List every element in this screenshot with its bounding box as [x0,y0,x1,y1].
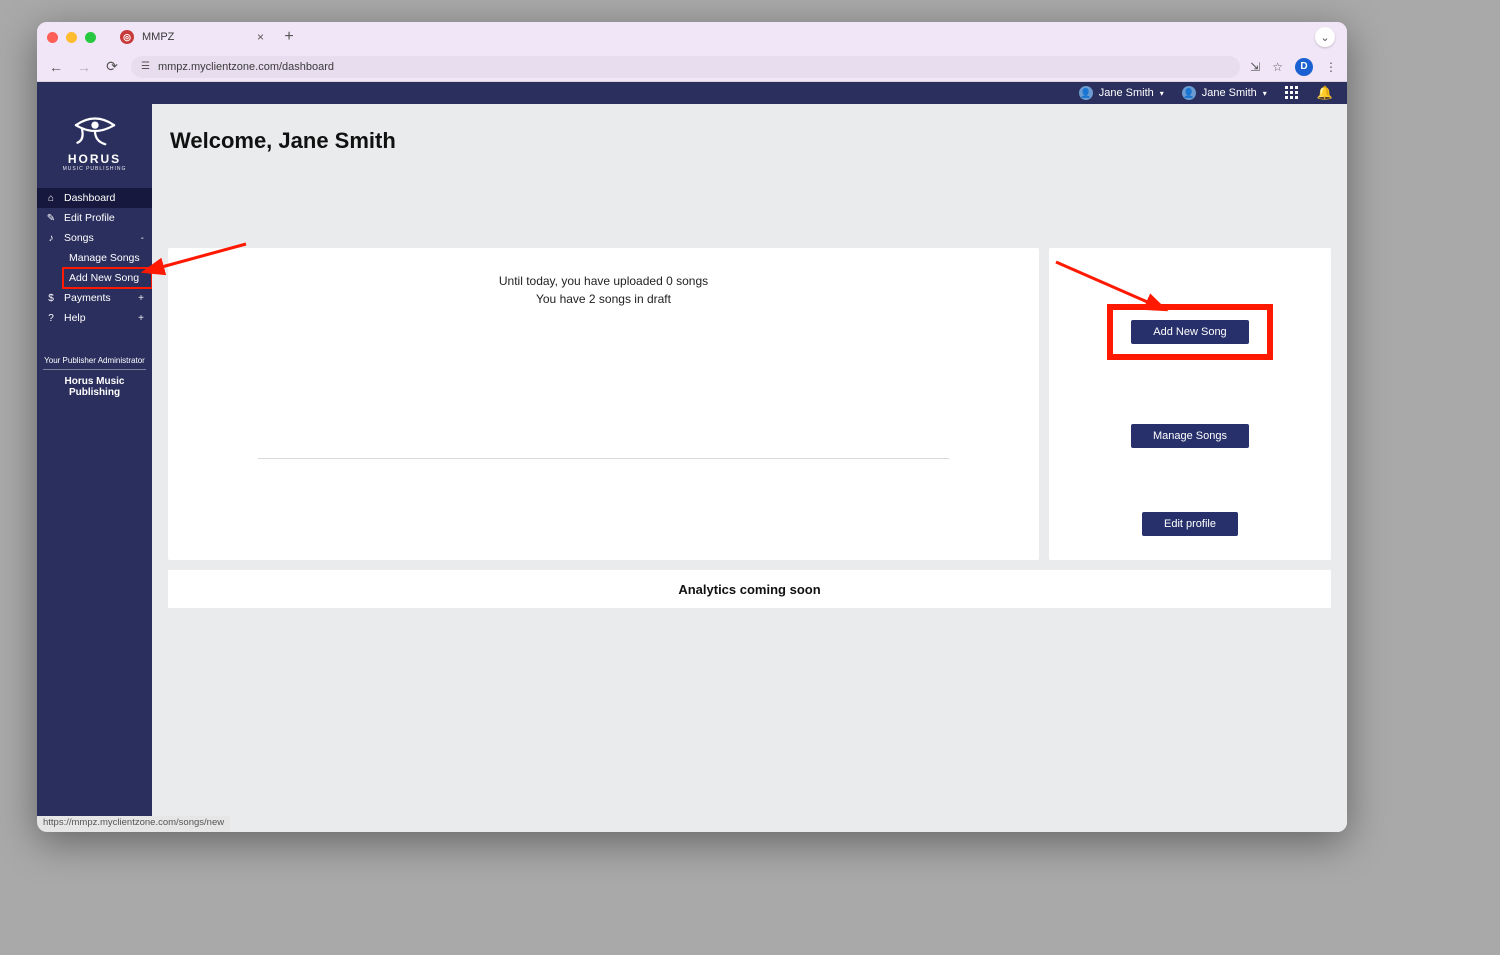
analytics-text: Analytics coming soon [678,582,820,597]
profile-avatar-icon[interactable]: D [1295,58,1313,76]
question-icon: ? [45,313,57,324]
brand-name: HORUS [68,152,121,166]
actions-card: Add New Song Manage Songs Edit profile [1049,248,1331,560]
window-controls [47,32,96,43]
sidebar-item-songs[interactable]: ♪ Songs - [37,228,152,248]
collapse-icon: - [141,233,144,244]
browser-address-bar: ← → ⟳ ☰ mmpz.myclientzone.com/dashboard … [37,52,1347,82]
currency-icon: $ [45,293,57,304]
sidebar-item-payments[interactable]: $ Payments + [37,288,152,308]
status-url: https://mmpz.myclientzone.com/songs/new [43,817,224,828]
user-edit-icon: ✎ [45,213,57,224]
upload-stats: Until today, you have uploaded 0 songs Y… [499,272,708,308]
browser-toolbar-right: ⇲ ☆ D ⋮ [1250,58,1337,76]
bookmark-icon[interactable]: ☆ [1272,60,1283,74]
sidebar-nav: ⌂ Dashboard ✎ Edit Profile ♪ Songs - Man… [37,188,152,328]
sidebar-item-label: Dashboard [64,192,115,204]
sidebar-item-label: Edit Profile [64,212,115,224]
topbar-user-name: Jane Smith [1099,87,1154,99]
sidebar-item-label: Manage Songs [69,252,140,264]
sidebar-item-help[interactable]: ? Help + [37,308,152,328]
divider [258,458,949,459]
tab-favicon-icon: ◎ [120,30,134,44]
sidebar-songs-submenu: Manage Songs Add New Song [37,248,152,288]
topbar-user-name: Jane Smith [1202,87,1257,99]
topbar-user-menu-2[interactable]: 👤 Jane Smith ▾ [1182,86,1267,100]
sidebar-subitem-manage-songs[interactable]: Manage Songs [63,248,152,268]
sidebar-item-label: Songs [64,232,94,244]
manage-songs-button[interactable]: Manage Songs [1131,424,1249,448]
add-new-song-button[interactable]: Add New Song [1131,320,1248,344]
new-tab-button[interactable]: + [278,26,300,48]
publisher-admin-block: Your Publisher Administrator Horus Music… [37,356,152,398]
sidebar: HORUS MUSIC PUBLISHING ⌂ Dashboard ✎ Edi… [37,82,152,832]
tabs-overflow-icon[interactable]: ⌄ [1315,27,1335,47]
page-title: Welcome, Jane Smith [170,128,1331,154]
brand-logo: HORUS MUSIC PUBLISHING [37,104,152,188]
annotation-highlight-box: Add New Song [1107,304,1272,360]
browser-titlebar: ◎ MMPZ × + ⌄ [37,22,1347,52]
analytics-card: Analytics coming soon [168,570,1331,608]
install-app-icon[interactable]: ⇲ [1250,60,1260,74]
maximize-window-icon[interactable] [85,32,96,43]
edit-profile-button[interactable]: Edit profile [1142,512,1238,536]
sidebar-item-label: Payments [64,292,111,304]
sidebar-subitem-add-new-song[interactable]: Add New Song [63,268,152,288]
browser-tab[interactable]: ◎ MMPZ × [114,25,274,49]
publisher-admin-name: Horus Music Publishing [43,376,146,398]
sidebar-item-edit-profile[interactable]: ✎ Edit Profile [37,208,152,228]
close-window-icon[interactable] [47,32,58,43]
notifications-bell-icon[interactable]: 🔔 [1317,85,1333,101]
dashboard-panels: Until today, you have uploaded 0 songs Y… [168,248,1331,560]
url-text: mmpz.myclientzone.com/dashboard [158,61,334,73]
sidebar-item-label: Add New Song [69,272,139,284]
app-root: 👤 Jane Smith ▾ 👤 Jane Smith ▾ 🔔 [37,82,1347,832]
topbar-user-menu-1[interactable]: 👤 Jane Smith ▾ [1079,86,1164,100]
tab-title: MMPZ [142,31,174,43]
url-field[interactable]: ☰ mmpz.myclientzone.com/dashboard [131,56,1240,78]
expand-icon: + [138,313,144,324]
caret-down-icon: ▾ [1160,89,1164,98]
expand-icon: + [138,293,144,304]
reload-icon[interactable]: ⟳ [103,58,121,75]
browser-status-bar: https://mmpz.myclientzone.com/songs/new [37,816,230,832]
publisher-admin-label: Your Publisher Administrator [43,356,146,370]
home-icon: ⌂ [45,193,57,204]
stats-line: Until today, you have uploaded 0 songs [499,272,708,290]
site-settings-icon[interactable]: ☰ [141,61,150,72]
browser-menu-icon[interactable]: ⋮ [1325,60,1337,74]
user-avatar-icon: 👤 [1079,86,1093,100]
main-content: Welcome, Jane Smith Until today, you hav… [152,82,1347,832]
back-icon[interactable]: ← [47,59,65,75]
caret-down-icon: ▾ [1263,89,1267,98]
stats-card: Until today, you have uploaded 0 songs Y… [168,248,1039,560]
apps-grid-icon[interactable] [1285,86,1299,100]
forward-icon[interactable]: → [75,59,93,75]
user-avatar-icon: 👤 [1182,86,1196,100]
tab-close-icon[interactable]: × [257,30,264,44]
browser-window: ◎ MMPZ × + ⌄ ← → ⟳ ☰ mmpz.myclientzone.c… [37,22,1347,832]
sidebar-item-dashboard[interactable]: ⌂ Dashboard [37,188,152,208]
app-topbar: 👤 Jane Smith ▾ 👤 Jane Smith ▾ 🔔 [37,82,1347,104]
minimize-window-icon[interactable] [66,32,77,43]
horus-eye-icon [73,114,117,148]
sidebar-item-label: Help [64,312,86,324]
brand-subtitle: MUSIC PUBLISHING [63,166,127,172]
stats-line: You have 2 songs in draft [499,290,708,308]
music-note-icon: ♪ [45,233,57,244]
